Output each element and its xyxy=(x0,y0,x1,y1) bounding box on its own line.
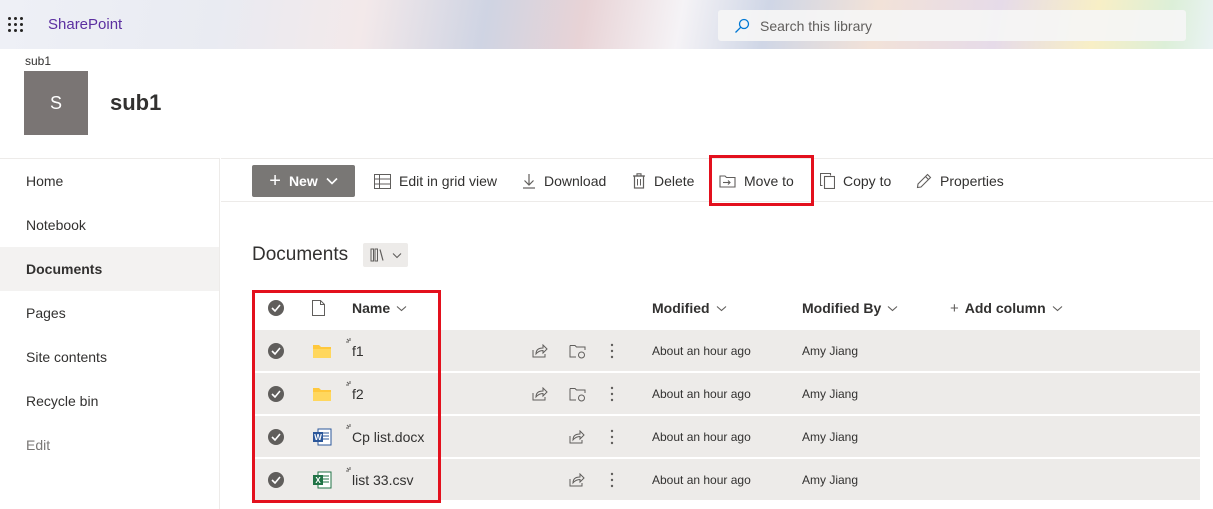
library-title: Documents xyxy=(252,244,349,265)
search-icon xyxy=(735,18,750,33)
chevron-down-icon xyxy=(887,305,898,311)
modified-by-column-label: Modified By xyxy=(802,300,882,316)
more-vertical-icon xyxy=(610,386,614,402)
modified-value: About an hour ago xyxy=(652,387,751,401)
view-switcher-button[interactable] xyxy=(363,243,408,267)
modified-by-value[interactable]: Amy Jiang xyxy=(802,330,858,372)
share-icon xyxy=(569,473,585,487)
nav-item-site-contents[interactable]: Site contents xyxy=(0,335,219,379)
folder-sync-icon xyxy=(569,387,586,401)
modified-value: About an hour ago xyxy=(652,430,751,444)
site-logo[interactable]: S xyxy=(24,71,88,135)
library-view-icon xyxy=(370,248,384,262)
nav-item-recycle-bin[interactable]: Recycle bin xyxy=(0,379,219,423)
sync-folder-button[interactable] xyxy=(569,330,587,372)
share-icon xyxy=(569,430,585,444)
plus-icon: + xyxy=(269,170,281,192)
edit-in-grid-view-label: Edit in grid view xyxy=(399,173,498,189)
share-button[interactable] xyxy=(569,416,585,458)
site-title[interactable]: sub1 xyxy=(110,90,161,116)
more-vertical-icon xyxy=(610,472,614,488)
left-navigation: Home Notebook Documents Pages Site conte… xyxy=(0,158,220,509)
modified-value: About an hour ago xyxy=(652,473,751,487)
copy-icon xyxy=(820,173,835,189)
sharepoint-brand-link[interactable]: SharePoint xyxy=(48,16,122,33)
nav-item-pages[interactable]: Pages xyxy=(0,291,219,335)
search-box[interactable] xyxy=(718,10,1186,41)
suite-bar: SharePoint xyxy=(0,0,1213,49)
modified-by-value[interactable]: Amy Jiang xyxy=(802,459,858,501)
chevron-down-icon xyxy=(716,305,726,311)
download-label: Download xyxy=(544,173,607,189)
selection-highlight-box xyxy=(252,290,441,503)
nav-item-documents[interactable]: Documents xyxy=(0,247,219,291)
folder-sync-icon xyxy=(569,344,586,358)
modified-column-header[interactable]: Modified xyxy=(652,287,727,329)
more-vertical-icon xyxy=(610,429,614,445)
modified-by-value[interactable]: Amy Jiang xyxy=(802,416,858,458)
download-button[interactable]: Download xyxy=(522,165,606,197)
plus-icon: + xyxy=(950,299,959,317)
more-vertical-icon xyxy=(610,343,614,359)
nav-edit-link[interactable]: Edit xyxy=(0,423,219,467)
new-button[interactable]: + New xyxy=(252,165,355,197)
copy-to-label: Copy to xyxy=(843,173,892,189)
pencil-icon xyxy=(916,173,932,189)
modified-column-label: Modified xyxy=(652,300,710,316)
add-column-label: Add column xyxy=(964,300,1046,316)
grid-icon xyxy=(374,173,391,189)
properties-label: Properties xyxy=(940,173,1004,189)
add-column-header[interactable]: + Add column xyxy=(950,287,1063,329)
more-actions-button[interactable] xyxy=(610,416,614,458)
edit-in-grid-view-button[interactable]: Edit in grid view xyxy=(374,165,497,197)
delete-button[interactable]: Delete xyxy=(632,165,694,197)
modified-by-column-header[interactable]: Modified By xyxy=(802,287,898,329)
chevron-down-icon xyxy=(1052,305,1063,311)
nav-item-home[interactable]: Home xyxy=(0,159,219,203)
chevron-down-icon xyxy=(392,252,401,258)
copy-to-button[interactable]: Copy to xyxy=(820,165,891,197)
app-launcher-icon[interactable] xyxy=(8,17,24,33)
share-button[interactable] xyxy=(532,330,548,372)
modified-value: About an hour ago xyxy=(652,344,751,358)
breadcrumb[interactable]: sub1 xyxy=(25,54,51,68)
share-icon xyxy=(532,344,548,358)
sync-folder-button[interactable] xyxy=(569,373,587,415)
more-actions-button[interactable] xyxy=(610,373,614,415)
share-icon xyxy=(532,387,548,401)
nav-item-notebook[interactable]: Notebook xyxy=(0,203,219,247)
properties-button[interactable]: Properties xyxy=(916,165,1004,197)
search-input[interactable] xyxy=(760,17,1160,34)
modified-by-value[interactable]: Amy Jiang xyxy=(802,373,858,415)
new-button-label: New xyxy=(288,173,318,189)
chevron-down-icon xyxy=(326,177,338,185)
trash-icon xyxy=(633,173,645,189)
more-actions-button[interactable] xyxy=(610,459,614,501)
delete-label: Delete xyxy=(654,173,695,189)
share-button[interactable] xyxy=(532,373,548,415)
more-actions-button[interactable] xyxy=(610,330,614,372)
share-button[interactable] xyxy=(569,459,585,501)
download-icon xyxy=(523,174,535,189)
move-to-highlight-box xyxy=(709,155,814,206)
